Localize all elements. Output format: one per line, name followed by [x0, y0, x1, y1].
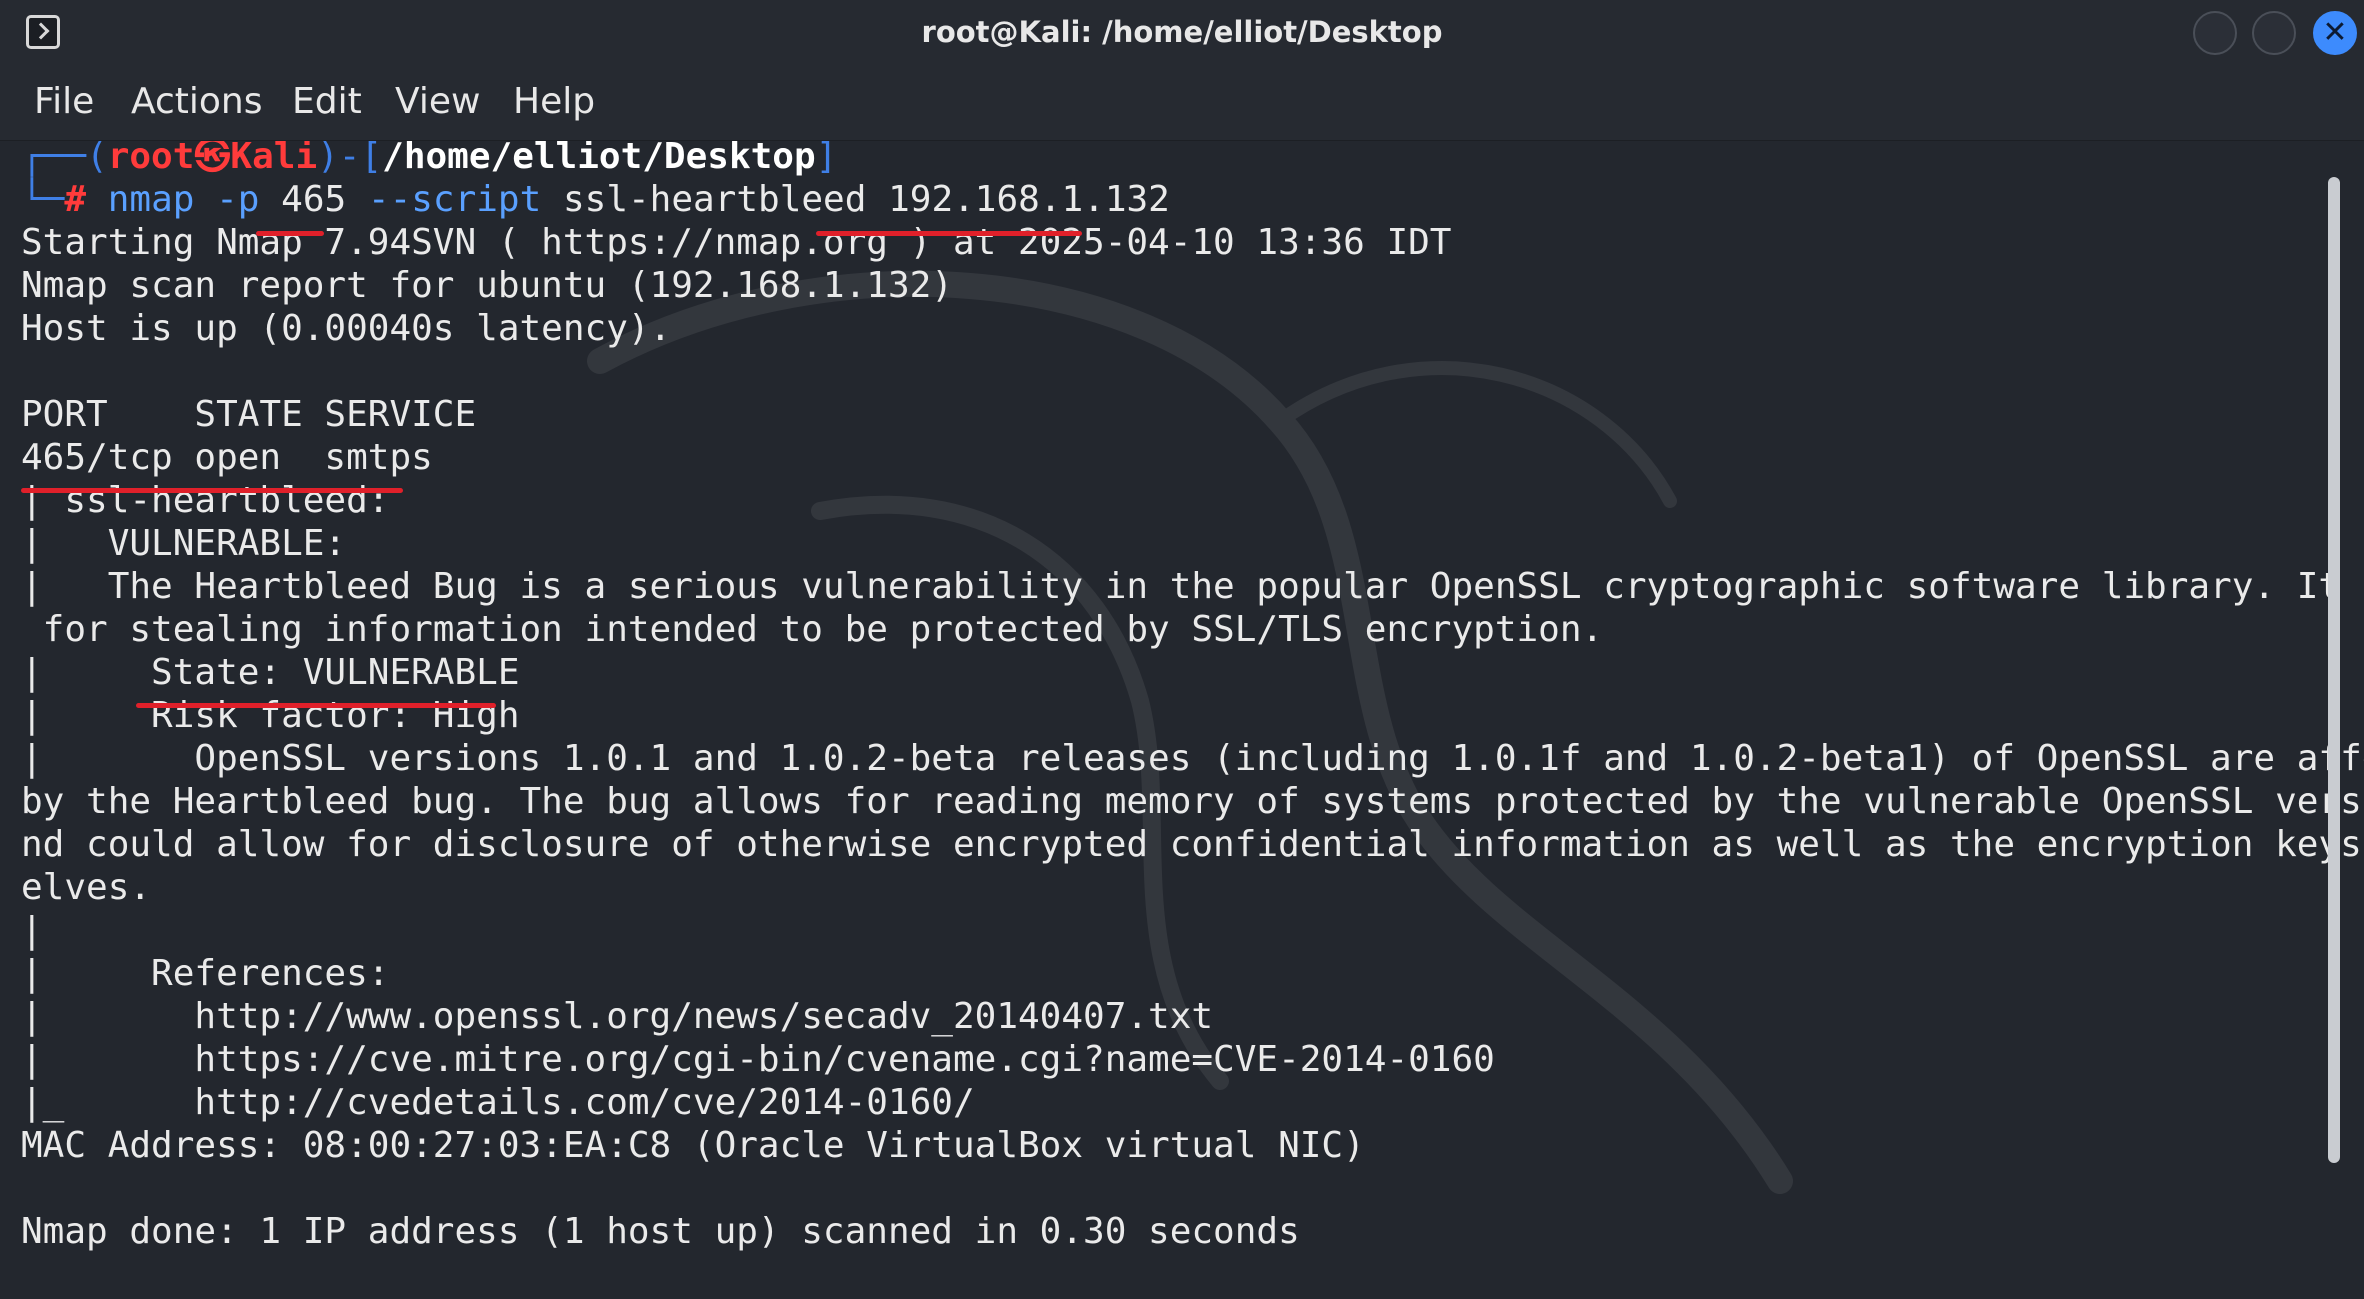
menu-view[interactable]: View — [395, 80, 480, 124]
menu-help[interactable]: Help — [513, 80, 595, 124]
output-line: | Risk factor: High — [21, 695, 520, 736]
prompt-box-bottom: └─ — [21, 179, 65, 220]
command-nmap: nmap — [107, 179, 195, 220]
menu-actions[interactable]: Actions — [131, 80, 263, 124]
output-line: for stealing information intended to be … — [21, 609, 1604, 650]
title-bar[interactable]: root@Kali: /home/elliot/Desktop ✕ — [0, 0, 2364, 64]
menu-file[interactable]: File — [34, 80, 94, 124]
annotation-underline-vulnerable — [136, 703, 496, 708]
prompt-header-line: ┌──(root㉿Kali)-[/home/elliot/Desktop] — [21, 141, 837, 178]
output-line: elves. — [21, 867, 152, 908]
menu-edit[interactable]: Edit — [292, 80, 362, 124]
output-line: by the Heartbleed bug. The bug allows fo… — [21, 781, 2364, 822]
command-script-flag: --script — [367, 179, 542, 220]
prompt-close: ] — [815, 141, 838, 177]
close-icon: ✕ — [2322, 15, 2348, 50]
annotation-underline-port — [256, 231, 324, 236]
command-script-name: ssl-heartbleed — [562, 179, 867, 220]
output-line: Nmap done: 1 IP address (1 host up) scan… — [21, 1211, 1300, 1252]
prompt-user: root — [107, 141, 195, 177]
menu-bar: File Actions Edit View Help — [0, 64, 2364, 141]
skull-icon: ㉿ — [194, 141, 231, 177]
command-target: 192.168.1.132 — [888, 179, 1170, 220]
maximize-button[interactable] — [2252, 11, 2296, 55]
prompt-mid: )-[ — [317, 141, 383, 177]
terminal-output-area[interactable]: ┌──(root㉿Kali)-[/home/elliot/Desktop] └─… — [0, 141, 2364, 1299]
output-line: 465/tcp open smtps — [21, 437, 433, 478]
output-line: | — [21, 910, 43, 951]
command-flag-p: -p — [216, 179, 260, 220]
prompt-host: Kali — [230, 141, 318, 177]
output-line: PORT STATE SERVICE — [21, 394, 477, 435]
window-title: root@Kali: /home/elliot/Desktop — [921, 15, 1443, 49]
output-line: Starting Nmap 7.94SVN ( https://nmap.org… — [21, 222, 1452, 263]
output-line: | OpenSSL versions 1.0.1 and 1.0.2-beta … — [21, 738, 2364, 779]
output-line: | ssl-heartbleed: — [21, 480, 390, 521]
output-line: | State: VULNERABLE — [21, 652, 520, 693]
terminal-window: root@Kali: /home/elliot/Desktop ✕ File A… — [0, 0, 2364, 1299]
output-line: |_ http://cvedetails.com/cve/2014-0160/ — [21, 1082, 975, 1123]
command-port: 465 — [281, 179, 347, 220]
prompt-box-top: ┌──( — [21, 141, 108, 177]
output-line: | https://cve.mitre.org/cgi-bin/cvename.… — [21, 1039, 1495, 1080]
output-line: Nmap scan report for ubuntu (192.168.1.1… — [21, 265, 953, 306]
output-line: MAC Address: 08:00:27:03:EA:C8 (Oracle V… — [21, 1125, 1365, 1166]
output-line: nd could allow for disclosure of otherwi… — [21, 824, 2364, 865]
output-line: Host is up (0.00040s latency). — [21, 308, 672, 349]
output-line: | http://www.openssl.org/news/secadv_201… — [21, 996, 1214, 1037]
output-line: | References: — [21, 953, 390, 994]
command-line: └─# nmap -p 465 --script ssl-heartbleed … — [21, 178, 1170, 221]
output-line: | VULNERABLE: — [21, 523, 347, 564]
terminal-scrollbar[interactable] — [2328, 177, 2340, 1163]
close-button[interactable]: ✕ — [2313, 11, 2357, 55]
annotation-underline-open-port — [21, 488, 403, 493]
minimize-button[interactable] — [2193, 11, 2237, 55]
prompt-path: /home/elliot/Desktop — [382, 141, 816, 177]
prompt-hash: # — [64, 179, 87, 220]
output-line: | The Heartbleed Bug is a serious vulner… — [21, 566, 2364, 607]
annotation-underline-target — [816, 231, 1082, 236]
